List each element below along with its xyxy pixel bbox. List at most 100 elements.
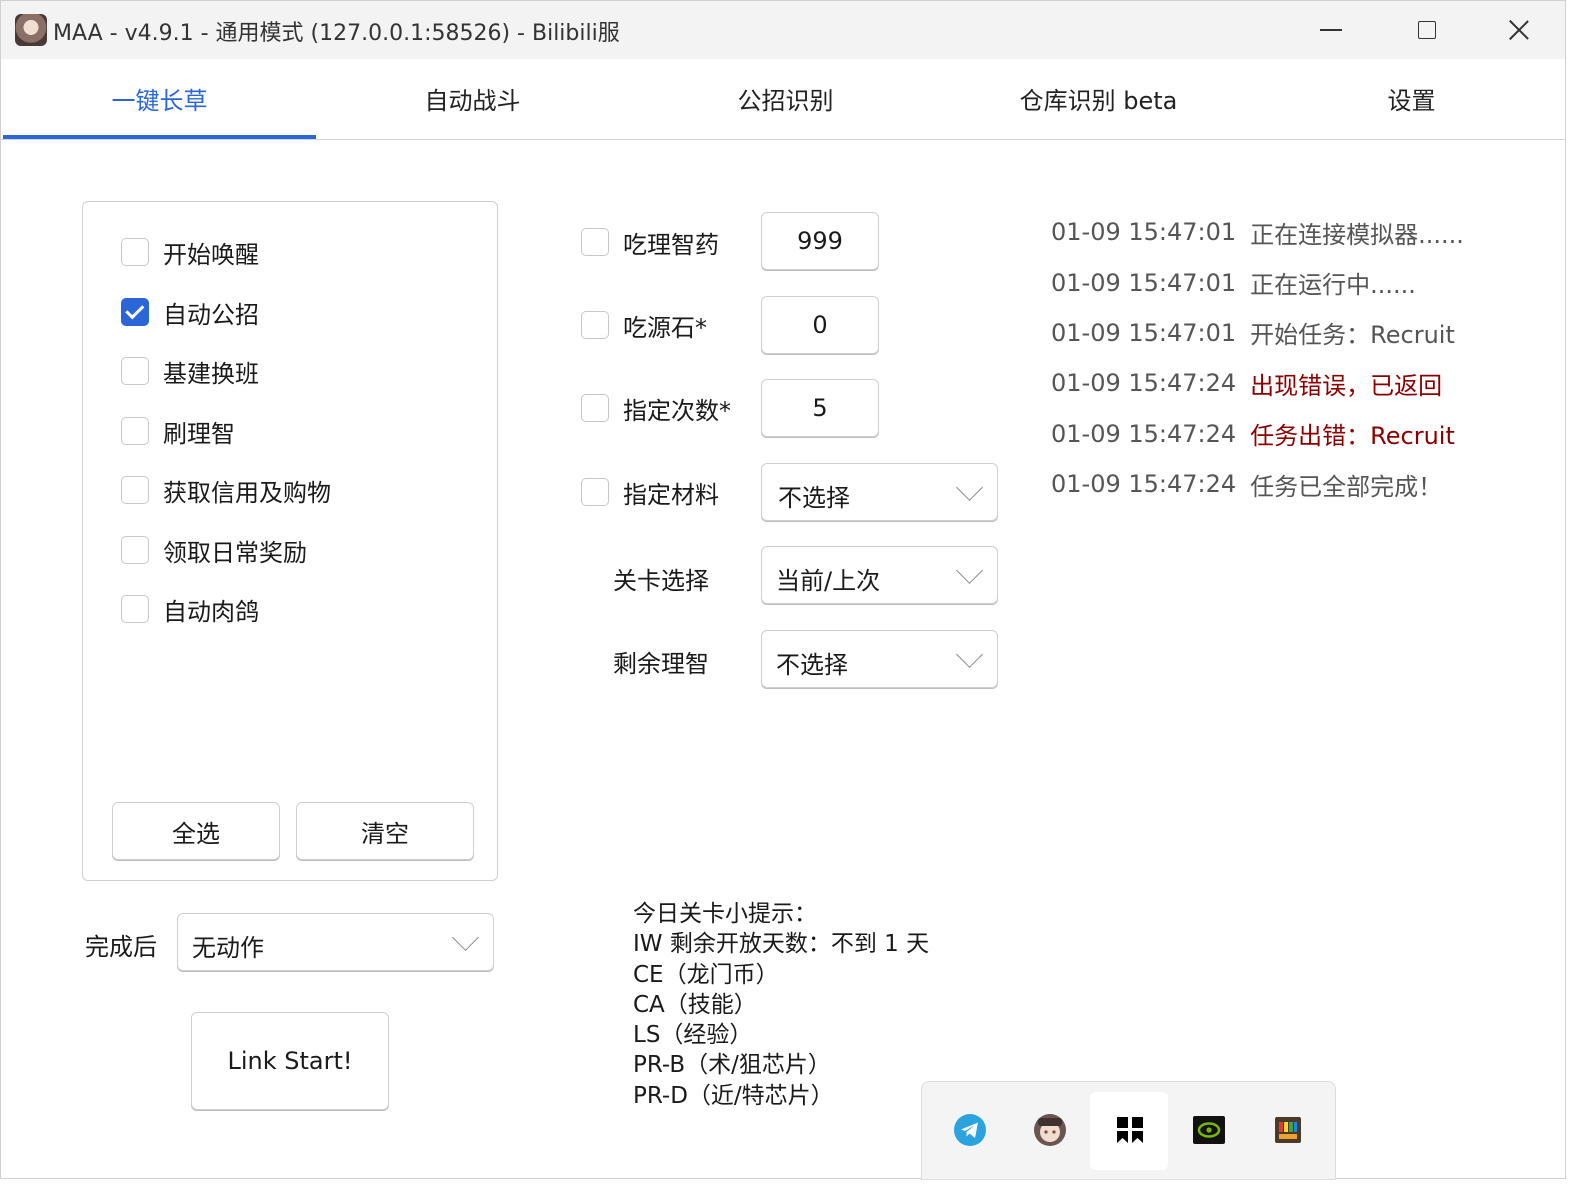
log-time: 01-09 15:47:24 xyxy=(1051,470,1237,499)
checkbox[interactable] xyxy=(581,228,609,256)
remaining-sanity-label: 剩余理智 xyxy=(613,650,709,678)
chevron-down-icon xyxy=(956,474,983,501)
select-value: 当前/上次 xyxy=(776,567,881,595)
task-infrast[interactable]: 基建换班 xyxy=(121,353,259,389)
close-button[interactable] xyxy=(1489,1,1549,59)
log-time: 01-09 15:47:01 xyxy=(1051,218,1237,247)
system-tray-popup xyxy=(921,1081,1336,1180)
tab-depot[interactable]: 仓库识别 beta xyxy=(942,59,1255,138)
chevron-down-icon xyxy=(956,641,983,668)
log-message-error: 任务出错：Recruit xyxy=(1250,422,1455,451)
log-time: 01-09 15:47:01 xyxy=(1051,268,1237,297)
option-medicine[interactable]: 吃理智药 xyxy=(581,224,719,260)
maximize-icon xyxy=(1418,21,1436,39)
log-message: 开始任务：Recruit xyxy=(1250,321,1455,350)
select-value: 无动作 xyxy=(192,934,264,962)
clear-button[interactable]: 清空 xyxy=(296,802,474,860)
task-label: 自动公招 xyxy=(163,300,259,329)
option-label: 吃理智药 xyxy=(623,230,719,259)
task-roguelike[interactable]: 自动肉鸽 xyxy=(121,591,259,627)
log-entry: 01-09 15:47:24 任务出错：Recruit xyxy=(1051,409,1551,459)
log-time: 01-09 15:47:24 xyxy=(1051,419,1237,448)
tips-title: 今日关卡小提示： xyxy=(633,901,817,927)
task-mall[interactable]: 获取信用及购物 xyxy=(121,472,331,508)
option-label: 指定次数* xyxy=(623,396,731,425)
material-select[interactable]: 不选择 xyxy=(761,463,998,521)
checkbox[interactable] xyxy=(121,595,149,623)
checkbox-checked[interactable] xyxy=(121,298,149,326)
stage-label: 关卡选择 xyxy=(613,567,709,595)
checkbox[interactable] xyxy=(121,238,149,266)
task-label: 刷理智 xyxy=(163,419,235,448)
notion-icon[interactable] xyxy=(1110,1110,1150,1150)
checkbox[interactable] xyxy=(581,394,609,422)
tips-line: CE（龙门币） xyxy=(633,961,779,988)
tips-line: LS（经验） xyxy=(633,1022,753,1049)
color-app-icon[interactable] xyxy=(1268,1110,1308,1150)
title-bar[interactable]: MAA - v4.9.1 - 通用模式 (127.0.0.1:58526) - … xyxy=(1,1,1565,59)
times-input[interactable]: 5 xyxy=(761,379,879,437)
chevron-down-icon xyxy=(452,924,479,951)
tips-line: PR-D（近/特芯片） xyxy=(633,1082,834,1109)
stage-tips: 今日关卡小提示： IW 剩余开放天数：不到 1 天 CE（龙门币） CA（技能）… xyxy=(633,899,929,1111)
select-value: 不选择 xyxy=(776,651,848,679)
log-time: 01-09 15:47:24 xyxy=(1051,369,1237,398)
after-completion-select[interactable]: 无动作 xyxy=(177,913,494,971)
window-title: MAA - v4.9.1 - 通用模式 (127.0.0.1:58526) - … xyxy=(53,21,620,46)
link-start-button[interactable]: Link Start! xyxy=(191,1012,389,1110)
checkbox[interactable] xyxy=(581,478,609,506)
telegram-icon[interactable] xyxy=(950,1110,990,1150)
nvidia-icon[interactable] xyxy=(1189,1110,1229,1150)
select-all-button[interactable]: 全选 xyxy=(112,802,280,860)
log-entry: 01-09 15:47:24 出现错误，已返回 xyxy=(1051,358,1551,408)
option-label: 吃源石* xyxy=(623,313,707,342)
task-label: 开始唤醒 xyxy=(163,240,259,269)
tips-line: PR-B（术/狙芯片） xyxy=(633,1052,831,1079)
tab-recruit[interactable]: 公招识别 xyxy=(629,59,942,138)
log-message-error: 出现错误，已返回 xyxy=(1250,371,1443,400)
option-stone[interactable]: 吃源石* xyxy=(581,307,707,343)
checkbox[interactable] xyxy=(581,311,609,339)
task-recruit[interactable]: 自动公招 xyxy=(121,294,259,330)
log-message: 正在运行中...... xyxy=(1250,271,1416,300)
task-fight[interactable]: 刷理智 xyxy=(121,413,235,449)
medicine-count-input[interactable]: 999 xyxy=(761,212,879,270)
tab-bar: 一键长草 自动战斗 公招识别 仓库识别 beta 设置 xyxy=(1,59,1565,140)
checkbox[interactable] xyxy=(121,536,149,564)
tips-line: IW 剩余开放天数：不到 1 天 xyxy=(633,931,930,958)
tab-settings[interactable]: 设置 xyxy=(1255,59,1568,138)
checkbox[interactable] xyxy=(121,476,149,504)
option-label: 指定材料 xyxy=(623,480,719,509)
task-wakeup[interactable]: 开始唤醒 xyxy=(121,234,259,270)
checkbox[interactable] xyxy=(121,357,149,385)
tips-line: CA（技能） xyxy=(633,991,757,1018)
log-message: 任务已全部完成！ xyxy=(1250,472,1443,501)
stone-count-input[interactable]: 0 xyxy=(761,296,879,354)
chevron-down-icon xyxy=(956,557,983,584)
log-message: 正在连接模拟器...... xyxy=(1250,220,1464,249)
option-times[interactable]: 指定次数* xyxy=(581,390,731,426)
option-material[interactable]: 指定材料 xyxy=(581,474,719,510)
main-window: MAA - v4.9.1 - 通用模式 (127.0.0.1:58526) - … xyxy=(0,0,1566,1180)
task-award[interactable]: 领取日常奖励 xyxy=(121,532,307,568)
stage-select[interactable]: 当前/上次 xyxy=(761,546,998,604)
task-label: 领取日常奖励 xyxy=(163,538,307,567)
tab-auto-battle[interactable]: 自动战斗 xyxy=(316,59,629,138)
select-value: 不选择 xyxy=(778,484,850,512)
checkbox[interactable] xyxy=(121,417,149,445)
minimize-icon xyxy=(1320,29,1342,31)
minimize-button[interactable] xyxy=(1301,1,1361,59)
task-label: 自动肉鸽 xyxy=(163,597,259,626)
maa-tray-icon[interactable] xyxy=(1030,1110,1070,1150)
remaining-sanity-select[interactable]: 不选择 xyxy=(761,630,998,688)
task-label: 基建换班 xyxy=(163,359,259,388)
after-completion-label: 完成后 xyxy=(85,933,157,961)
log-entry: 01-09 15:47:24 任务已全部完成！ xyxy=(1051,459,1551,509)
log-entry: 01-09 15:47:01 正在连接模拟器...... xyxy=(1051,207,1551,257)
close-icon xyxy=(1508,19,1530,41)
log-panel: 01-09 15:47:01 正在连接模拟器...... 01-09 15:47… xyxy=(1051,207,1551,509)
maximize-button[interactable] xyxy=(1397,1,1457,59)
log-entry: 01-09 15:47:01 开始任务：Recruit xyxy=(1051,308,1551,358)
task-list-panel: 开始唤醒 自动公招 基建换班 刷理智 获取信用及购物 领取日常奖励 自动肉鸽 全… xyxy=(82,201,498,881)
tab-farming[interactable]: 一键长草 xyxy=(3,59,316,139)
